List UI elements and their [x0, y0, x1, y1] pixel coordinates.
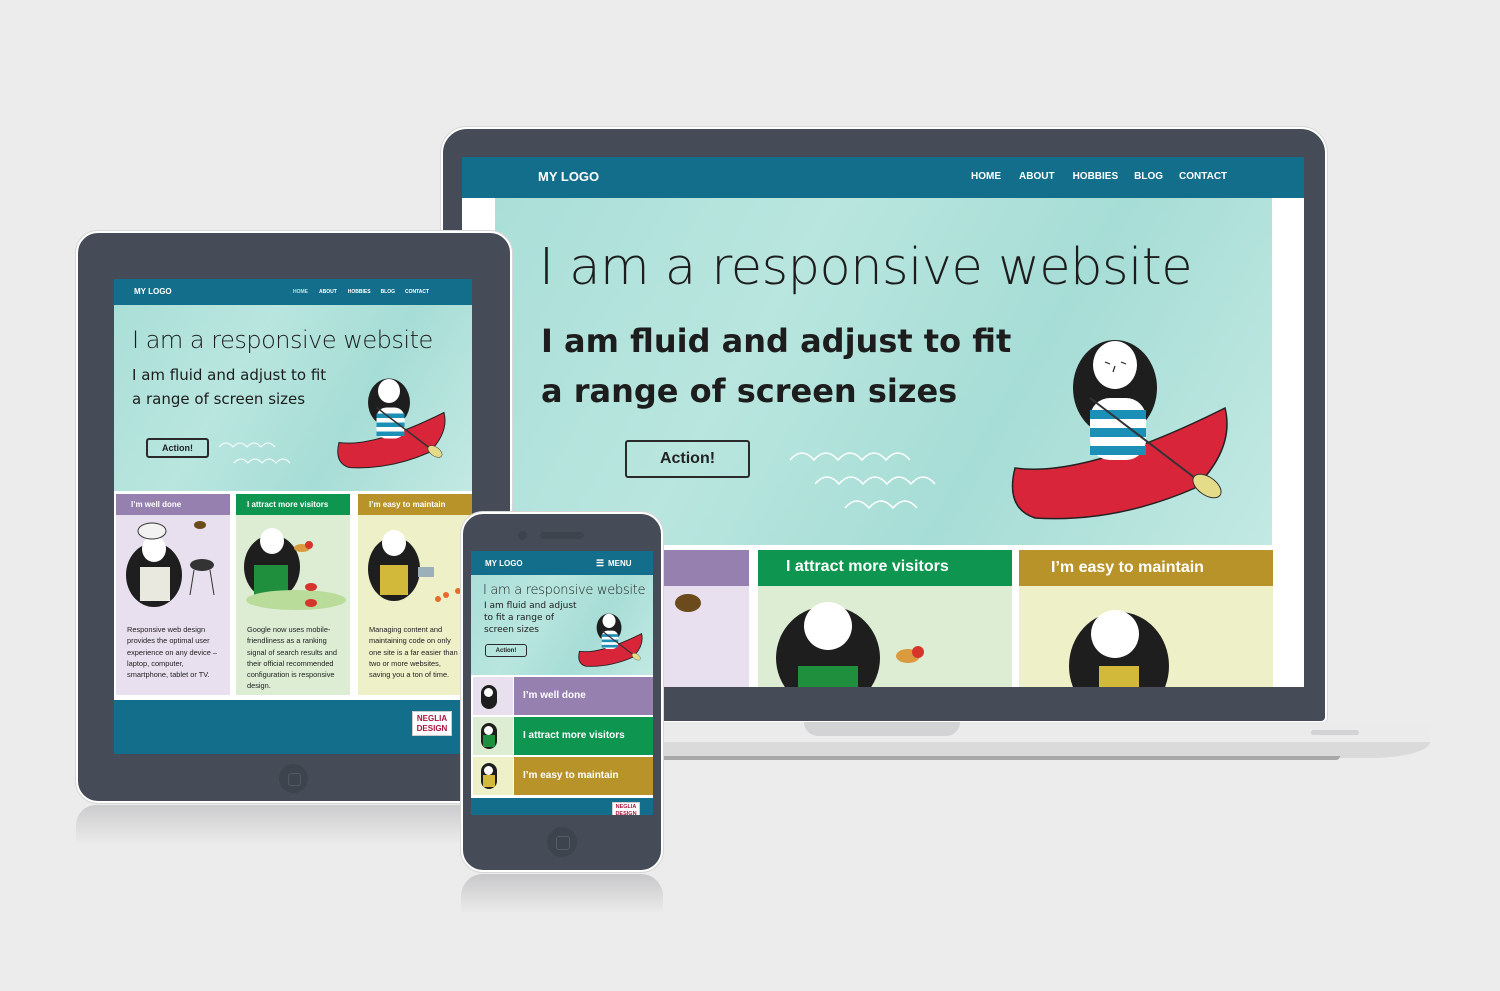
phone-card-easy-maintain[interactable]: I’m easy to maintain [473, 757, 653, 795]
canoe-girl-illustration [337, 378, 446, 469]
canoe-girl-illustration [1011, 340, 1228, 520]
card-body: Google now uses mobile-friendliness as a… [247, 625, 337, 691]
nav-hobbies[interactable]: HOBBIES [1073, 171, 1119, 182]
hero-section: I am a responsive website I am fluid and… [114, 305, 472, 491]
chef-thumbnail [473, 677, 513, 715]
phone-reflection [461, 874, 663, 914]
laptop-hinge-notch [804, 722, 960, 736]
canoe-girl-illustration [578, 613, 643, 667]
gardener-illustration [1069, 610, 1169, 687]
site-logo[interactable]: MY LOGO [134, 287, 172, 296]
hero-title: I am a responsive website [132, 326, 433, 354]
card-title: I’m well done [514, 677, 653, 715]
phone-speaker [540, 532, 584, 539]
card-title: I’m easy to maintain [358, 494, 472, 515]
tablet-home-button[interactable] [279, 764, 308, 793]
nav-about[interactable]: ABOUT [1019, 171, 1055, 182]
phone-card-more-visitors[interactable]: I attract more visitors [473, 717, 653, 755]
action-button[interactable]: Action! [625, 440, 750, 478]
laptop-slot [1311, 730, 1359, 735]
birdwatcher-illustration [244, 528, 346, 610]
gardener-thumbnail [473, 757, 513, 795]
nav-about[interactable]: ABOUT [319, 289, 337, 295]
card-easy-maintain: I’m easy to maintain Managing content an… [358, 494, 472, 695]
tablet-footer: NEGLIA DESIGN [114, 700, 472, 754]
card-more-visitors: I attract more visitors Google now uses … [236, 494, 350, 695]
gardener-illustration [368, 530, 461, 602]
nav-contact[interactable]: CONTACT [405, 289, 429, 295]
hero-subtitle: I am fluid and adjust to fit a range of … [132, 366, 327, 408]
card-title: I’m easy to maintain [1019, 550, 1273, 586]
phone-camera [518, 531, 527, 540]
card-title: I attract more visitors [236, 494, 350, 515]
burger-patty-icon [675, 594, 701, 612]
water-waves-decoration [789, 452, 936, 510]
tablet-reflection [76, 805, 512, 845]
nav-contact[interactable]: CONTACT [1179, 171, 1227, 182]
card-title: I’m easy to maintain [514, 757, 653, 795]
tablet-navbar: MY LOGO HOME ABOUT HOBBIES BLOG CONTACT [114, 279, 472, 305]
nav-blog[interactable]: BLOG [381, 289, 395, 295]
menu-button[interactable]: MENU [608, 559, 632, 568]
action-button[interactable]: Action! [146, 438, 209, 458]
phone-card-well-done[interactable]: I’m well done [473, 677, 653, 715]
card-body: Managing content and maintaining code on… [369, 625, 458, 680]
hero-section: I am a responsive website I am fluid and… [471, 575, 653, 675]
card-title: I’m well done [116, 494, 230, 515]
tablet-screen: MY LOGO HOME ABOUT HOBBIES BLOG CONTACT … [114, 279, 472, 754]
chef-illustration [126, 521, 215, 607]
phone-navbar: MY LOGO ☰ MENU [471, 551, 653, 575]
water-waves-decoration [218, 442, 291, 464]
site-logo[interactable]: MY LOGO [538, 169, 599, 184]
card-title: I attract more visitors [758, 550, 1012, 586]
nav-home[interactable]: HOME [293, 289, 308, 295]
birdwatcher-illustration [776, 602, 924, 687]
phone-home-button[interactable] [547, 827, 577, 857]
card-well-done: I’m well done Responsive web design prov… [116, 494, 230, 695]
hero-subtitle: I am fluid and adjust to fit a range of … [484, 601, 577, 635]
hero-subtitle: I am fluid and adjust to fit a range of … [541, 322, 1012, 410]
phone-footer: NEGLIA DESIGN [471, 798, 653, 815]
neglia-design-badge[interactable]: NEGLIA DESIGN [612, 802, 640, 815]
birdwatcher-thumbnail [473, 717, 513, 755]
site-logo[interactable]: MY LOGO [485, 559, 523, 568]
card-body: Responsive web design provides the optim… [127, 625, 217, 680]
nav-blog[interactable]: BLOG [1134, 171, 1163, 182]
laptop-navbar: MY LOGO HOME ABOUT HOBBIES BLOG CONTACT [462, 157, 1304, 198]
hero-title: I am a responsive website [539, 238, 1193, 297]
nav-home[interactable]: HOME [971, 171, 1001, 182]
phone-screen: MY LOGO ☰ MENU I am a responsive website… [471, 551, 653, 815]
neglia-design-badge[interactable]: NEGLIA DESIGN [412, 711, 452, 736]
hero-section: I am a responsive website I am fluid and… [495, 198, 1272, 545]
action-button[interactable]: Action! [485, 644, 527, 657]
hero-title: I am a responsive website [483, 583, 646, 598]
nav-hobbies[interactable]: HOBBIES [348, 289, 371, 295]
hamburger-menu-icon[interactable]: ☰ [596, 558, 604, 569]
card-title: I attract more visitors [514, 717, 653, 755]
card-more-visitors: I attract more visitors [758, 550, 1012, 687]
card-easy-maintain: I’m easy to maintain [1019, 550, 1273, 687]
